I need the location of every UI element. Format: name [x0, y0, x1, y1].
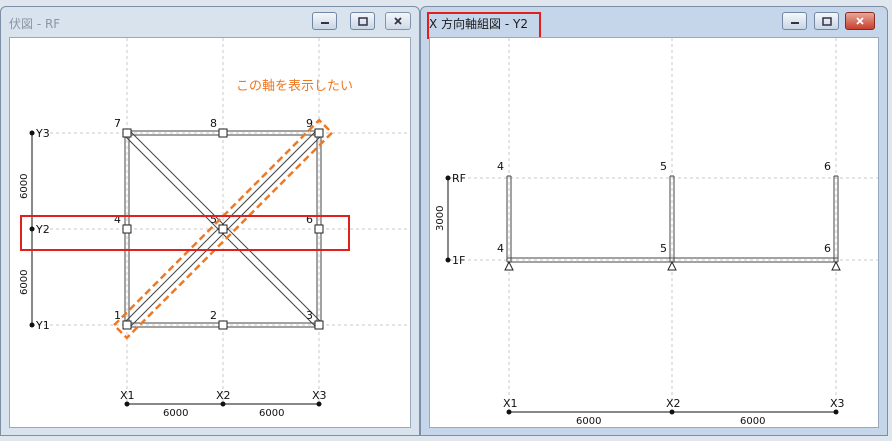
bottom-node-label-6: 6: [824, 242, 831, 255]
frame-canvas[interactable]: 4 5 6 4 5 6 RF 1F 3000 X1 X2 X3 6000 600…: [429, 37, 879, 428]
grid-label-y1: Y1: [35, 319, 50, 332]
node-2: [218, 320, 228, 330]
grid-label-y3: Y3: [35, 127, 50, 140]
plan-canvas[interactable]: 7 8 9 4 5 6 1 2 3 Y3 Y2 Y1 6000 6000 X1 …: [9, 37, 411, 428]
node-label-4: 4: [114, 213, 121, 226]
top-node-label-4: 4: [497, 160, 504, 173]
minimize-icon: [320, 22, 329, 24]
y-span-lower: 6000: [19, 270, 30, 295]
plan-maximize-button[interactable]: [350, 12, 375, 30]
x3-marker: [316, 401, 322, 407]
maximize-icon: [357, 16, 368, 26]
node-9: [314, 128, 324, 138]
node-6: [314, 224, 324, 234]
node-label-6: 6: [306, 213, 313, 226]
node-label-2: 2: [210, 309, 217, 322]
annotation-text: この軸を表示したい: [236, 79, 353, 94]
y2-highlight-box: [20, 215, 350, 251]
level-label-1f: 1F: [452, 254, 465, 267]
grid-label-x3: X3: [830, 397, 845, 410]
frame-minimize-button[interactable]: [782, 12, 807, 30]
bottom-node-label-5: 5: [660, 242, 667, 255]
close-icon: [394, 17, 402, 25]
y2-marker: [29, 226, 35, 232]
grid-label-x1: X1: [503, 397, 518, 410]
node-4: [122, 224, 132, 234]
x-span-left: 6000: [576, 416, 601, 427]
maximize-icon: [821, 16, 832, 26]
close-icon: [856, 17, 864, 25]
x2-marker: [220, 401, 226, 407]
plan-window-titlebar[interactable]: 伏図 - RF: [1, 7, 419, 37]
plan-window-title: 伏図 - RF: [9, 17, 61, 31]
node-7: [122, 128, 132, 138]
minimize-icon: [790, 22, 799, 24]
node-1: [122, 320, 132, 330]
frame-maximize-button[interactable]: [814, 12, 839, 30]
y1-marker: [29, 322, 35, 328]
grid-label-x2: X2: [666, 397, 681, 410]
node-5: [218, 224, 228, 234]
height-span: 3000: [435, 206, 446, 231]
node-label-8: 8: [210, 117, 217, 130]
node-3: [314, 320, 324, 330]
grid-label-x3: X3: [312, 389, 327, 402]
frame-close-button[interactable]: [845, 12, 875, 30]
y3-marker: [29, 130, 35, 136]
top-node-label-5: 5: [660, 160, 667, 173]
support-x1: [504, 260, 514, 271]
top-node-label-6: 6: [824, 160, 831, 173]
level-label-rf: RF: [452, 172, 466, 185]
x-span-right: 6000: [740, 416, 765, 427]
plan-minimize-button[interactable]: [312, 12, 337, 30]
support-x2: [667, 260, 677, 271]
x1-marker: [506, 409, 512, 415]
frame-title-highlight: [427, 12, 541, 39]
frame-drawing: 4 5 6 4 5 6 RF 1F 3000 X1 X2 X3 6000 600…: [435, 38, 878, 427]
1f-marker: [445, 257, 451, 263]
support-x3: [831, 260, 841, 271]
rf-marker: [445, 175, 451, 181]
x3-marker: [833, 409, 839, 415]
node-label-7: 7: [114, 117, 121, 130]
frame-window[interactable]: X 方向軸組図 - Y2 4 5 6 4 5 6 RF 1F 3000 X1 X…: [420, 6, 888, 436]
node-8: [218, 128, 228, 138]
bottom-node-label-4: 4: [497, 242, 504, 255]
grid-label-x2: X2: [216, 389, 231, 402]
node-label-3: 3: [306, 309, 313, 322]
x-span-right: 6000: [259, 408, 284, 419]
plan-window[interactable]: 伏図 - RF 7 8 9 4 5 6 1 2 3 Y3 Y2 Y1 6000 …: [0, 6, 420, 436]
y-span-upper: 6000: [19, 174, 30, 199]
plan-close-button[interactable]: [385, 12, 411, 30]
grid-label-y2: Y2: [35, 223, 50, 236]
plan-drawing: 7 8 9 4 5 6 1 2 3 Y3 Y2 Y1 6000 6000 X1 …: [19, 38, 410, 419]
x-span-left: 6000: [163, 408, 188, 419]
x2-marker: [669, 409, 675, 415]
x1-marker: [124, 401, 130, 407]
grid-label-x1: X1: [120, 389, 135, 402]
